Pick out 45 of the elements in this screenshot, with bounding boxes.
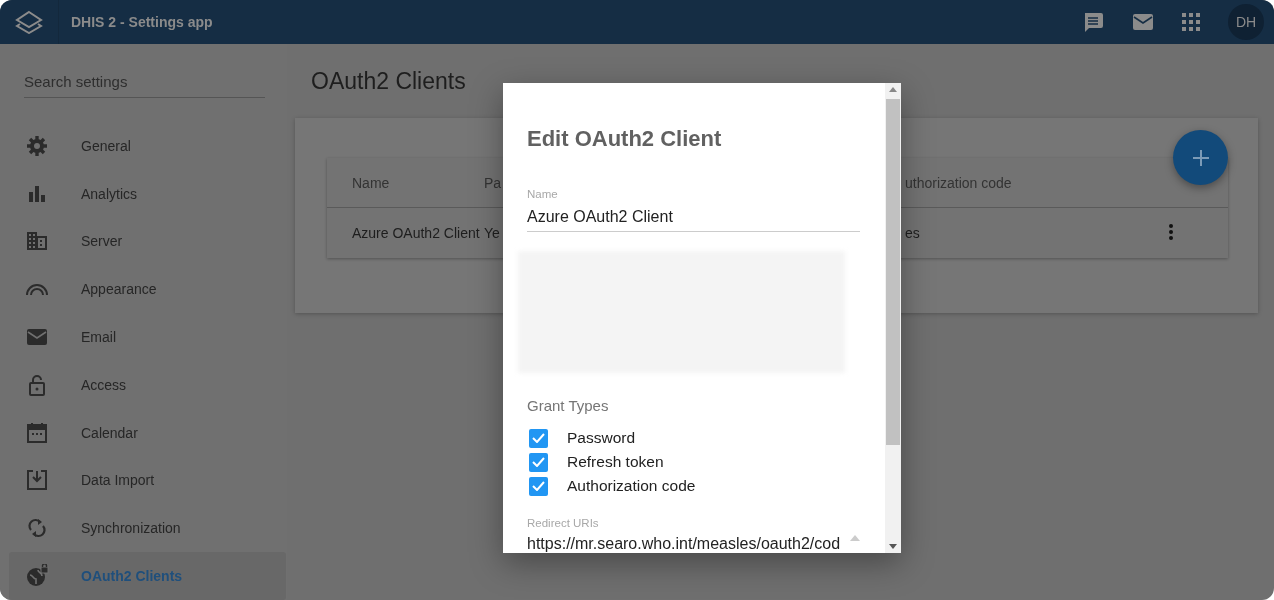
search-field[interactable]: Search settings xyxy=(24,69,265,98)
sidebar-item[interactable]: Calendar xyxy=(9,408,286,457)
checkbox[interactable] xyxy=(529,476,548,496)
name-field[interactable]: Azure OAuth2 Client xyxy=(527,200,860,232)
checkbox-label: Password xyxy=(567,429,636,447)
table-cell: Ye xyxy=(484,225,500,241)
checkbox-label: Authorization code xyxy=(567,477,696,495)
sidebar-item[interactable]: Server xyxy=(9,217,286,266)
scroll-down-icon[interactable] xyxy=(889,544,897,549)
apps-grid-icon[interactable] xyxy=(1182,13,1200,31)
scrollbar[interactable] xyxy=(885,83,901,553)
download-box-icon xyxy=(25,468,49,493)
globe-lock-icon xyxy=(25,564,49,589)
sidebar-item[interactable]: Email xyxy=(9,313,286,361)
sidebar-item[interactable]: Analytics xyxy=(9,169,286,218)
plus-icon xyxy=(1192,149,1209,166)
redirect-uri-field[interactable]: https://mr.searo.who.int/measles/oauth2/cod xyxy=(527,535,841,553)
checkbox[interactable] xyxy=(529,428,548,448)
scroll-up-icon[interactable] xyxy=(850,535,860,541)
section-label: Grant Types xyxy=(527,397,610,414)
sidebar-item[interactable]: General xyxy=(9,122,286,170)
page-title: OAuth2 Clients xyxy=(311,68,466,96)
checkbox[interactable] xyxy=(529,452,548,472)
mail-icon[interactable] xyxy=(1132,13,1154,31)
field-label: Redirect URIs xyxy=(527,517,600,529)
app-title: DHIS 2 - Settings app xyxy=(71,14,214,30)
user-avatar[interactable]: DH xyxy=(1228,4,1264,40)
dialog-title: Edit OAuth2 Client xyxy=(527,126,723,152)
column-header: Pa xyxy=(484,174,502,191)
field-label: Name xyxy=(527,188,559,200)
more-options-icon[interactable] xyxy=(1168,222,1174,241)
scroll-up-icon[interactable] xyxy=(889,87,897,92)
table-cell: es xyxy=(905,225,920,241)
sidebar-item[interactable]: Appearance xyxy=(9,265,286,314)
sidebar-item[interactable]: Synchronization xyxy=(9,504,286,553)
calendar-icon xyxy=(25,420,49,445)
table-cell-text: Azure OAuth2 Client xyxy=(352,225,481,241)
chat-icon[interactable] xyxy=(1082,11,1104,33)
column-header: Name xyxy=(352,174,391,191)
gear-icon xyxy=(25,133,49,158)
checkbox-label: Refresh token xyxy=(567,453,664,471)
sidebar-item[interactable]: Access xyxy=(9,361,286,409)
column-header: uthorization code xyxy=(905,174,1012,191)
sidebar-item[interactable]: Data Import xyxy=(9,456,286,505)
logo-icon[interactable] xyxy=(15,10,43,34)
